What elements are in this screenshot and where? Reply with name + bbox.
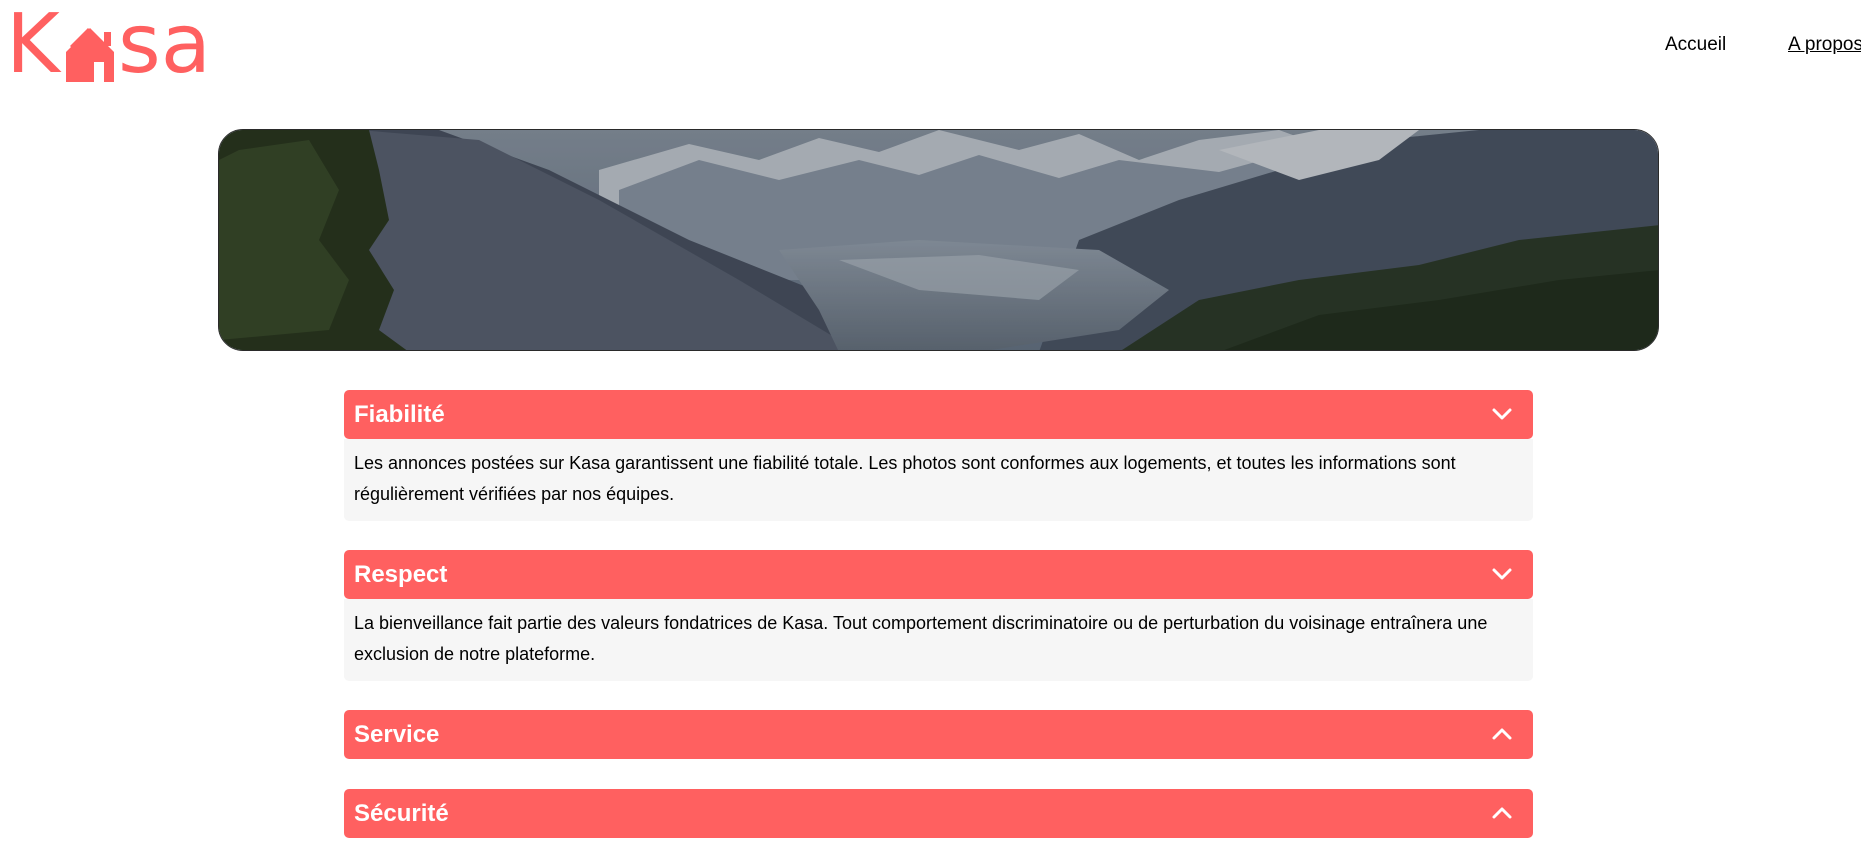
about-page: K sa Accueil A propos Fiabilité Les anno… [0, 0, 1861, 845]
collapse-content-respect: La bienveillance fait partie des valeurs… [344, 599, 1533, 681]
collapse-content-fiabilite: Les annonces postées sur Kasa garantisse… [344, 439, 1533, 521]
chevron-down-icon[interactable] [1491, 405, 1513, 423]
chevron-up-icon[interactable] [1491, 725, 1513, 743]
chevron-down-icon[interactable] [1491, 565, 1513, 583]
collapse-title: Respect [354, 561, 448, 588]
collapse-header-respect[interactable]: Respect [344, 550, 1533, 599]
collapse-securite: Sécurité [344, 789, 1533, 838]
kasa-logo[interactable]: K sa [6, 0, 218, 92]
collapse-respect: Respect La bienveillance fait partie des… [344, 550, 1533, 681]
nav-link-about[interactable]: A propos [1788, 34, 1861, 56]
nav-link-home[interactable]: Accueil [1665, 34, 1726, 56]
collapse-fiabilite: Fiabilité Les annonces postées sur Kasa … [344, 390, 1533, 521]
collapse-service: Service [344, 710, 1533, 759]
collapse-header-securite[interactable]: Sécurité [344, 789, 1533, 838]
collapse-title: Sécurité [354, 800, 449, 827]
collapse-header-fiabilite[interactable]: Fiabilité [344, 390, 1533, 439]
collapse-title: Fiabilité [354, 401, 445, 428]
site-header: K sa Accueil A propos [0, 0, 1861, 92]
logo-letters-sa: sa [118, 6, 211, 82]
logo-letter-k: K [6, 6, 62, 82]
logo-house-icon [66, 28, 114, 82]
collapse-header-service[interactable]: Service [344, 710, 1533, 759]
about-banner-image [218, 129, 1659, 351]
chevron-up-icon[interactable] [1491, 804, 1513, 822]
collapse-title: Service [354, 721, 440, 748]
